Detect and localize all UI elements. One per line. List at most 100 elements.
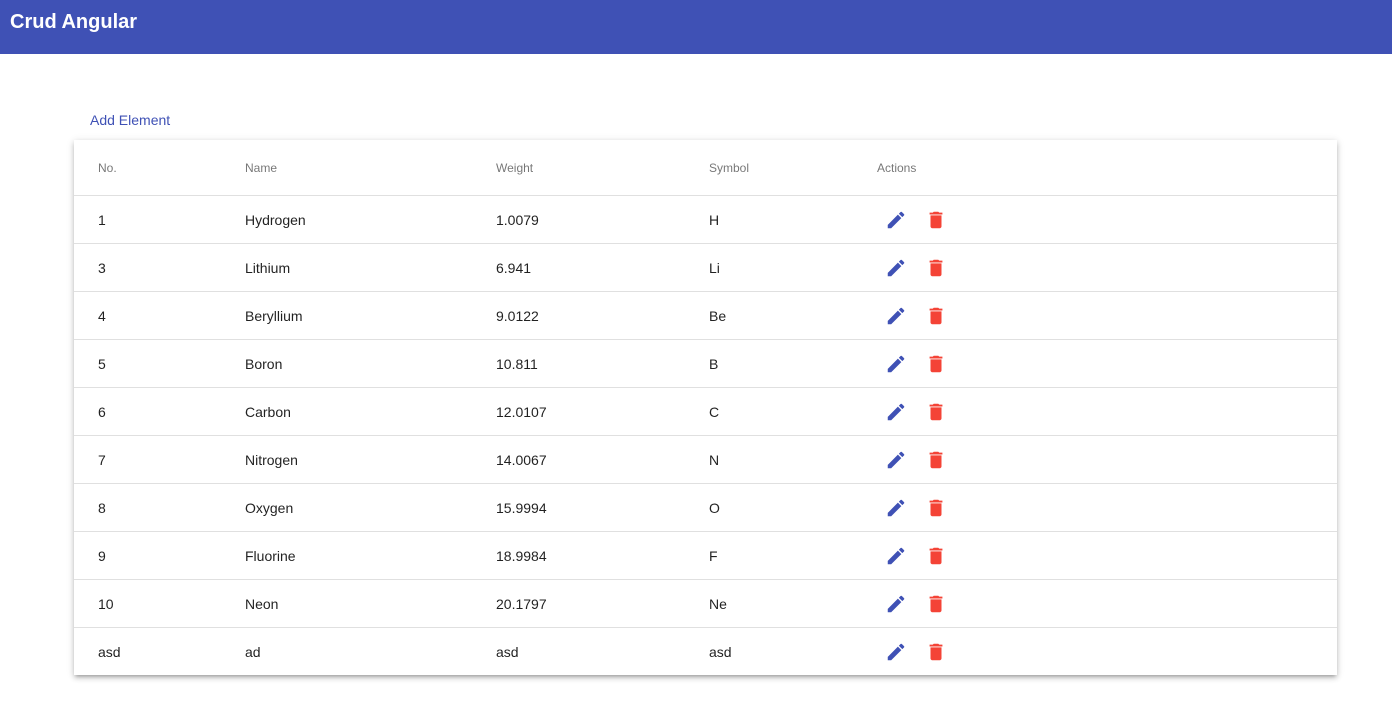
- header-no: No.: [74, 140, 245, 196]
- cell-actions: [877, 243, 1337, 292]
- pencil-icon: [887, 595, 905, 612]
- row-actions: [877, 257, 1337, 279]
- cell-actions: [877, 531, 1337, 580]
- row-actions: [877, 641, 1337, 663]
- table-header-row: No. Name Weight Symbol Actions: [74, 140, 1337, 196]
- cell-weight: 15.9994: [496, 483, 709, 532]
- delete-button[interactable]: [925, 497, 947, 519]
- app-toolbar: Crud Angular: [0, 0, 1392, 54]
- table-row: asd ad asd asd: [74, 628, 1337, 676]
- cell-actions: [877, 579, 1337, 628]
- cell-no: 10: [74, 579, 245, 628]
- edit-button[interactable]: [885, 545, 907, 567]
- elements-table-card: No. Name Weight Symbol Actions 1 Hydroge…: [74, 140, 1337, 675]
- add-element-button[interactable]: Add Element: [90, 112, 170, 128]
- header-actions: Actions: [877, 140, 1337, 196]
- cell-weight: 20.1797: [496, 579, 709, 628]
- row-actions: [877, 593, 1337, 615]
- table-row: 1 Hydrogen 1.0079 H: [74, 195, 1337, 244]
- delete-button[interactable]: [925, 353, 947, 375]
- pencil-icon: [887, 547, 905, 564]
- pencil-icon: [887, 211, 905, 228]
- elements-table: No. Name Weight Symbol Actions 1 Hydroge…: [74, 140, 1337, 675]
- cell-weight: asd: [496, 643, 519, 660]
- cell-symbol: O: [709, 483, 877, 532]
- cell-no: 4: [74, 291, 245, 340]
- cell-weight: 6.941: [496, 243, 709, 292]
- cell-actions: [877, 483, 1337, 532]
- cell-symbol: H: [709, 195, 877, 244]
- cell-symbol: Ne: [709, 579, 877, 628]
- cell-actions: [877, 195, 1337, 244]
- row-actions: [877, 209, 1337, 231]
- header-name: Name: [245, 140, 496, 196]
- edit-button[interactable]: [885, 209, 907, 231]
- header-symbol: Symbol: [709, 140, 877, 196]
- delete-button[interactable]: [925, 641, 947, 663]
- row-actions: [877, 353, 1337, 375]
- row-actions: [877, 449, 1337, 471]
- cell-symbol: N: [709, 435, 877, 484]
- cell-name: Fluorine: [245, 531, 496, 580]
- pencil-icon: [887, 499, 905, 516]
- edit-button[interactable]: [885, 497, 907, 519]
- pencil-icon: [887, 403, 905, 420]
- table-row: 5 Boron 10.811 B: [74, 339, 1337, 388]
- delete-button[interactable]: [925, 305, 947, 327]
- pencil-icon: [887, 451, 905, 468]
- cell-no: 7: [74, 435, 245, 484]
- delete-button[interactable]: [925, 593, 947, 615]
- cell-weight: 12.0107: [496, 387, 709, 436]
- cell-no: 5: [74, 339, 245, 388]
- row-actions: [877, 305, 1337, 327]
- delete-button[interactable]: [925, 545, 947, 567]
- cell-symbol: Li: [709, 243, 877, 292]
- cell-no: asd: [98, 643, 121, 660]
- edit-button[interactable]: [885, 353, 907, 375]
- table-row: 3 Lithium 6.941 Li: [74, 243, 1337, 292]
- trash-icon: [929, 259, 943, 276]
- delete-button[interactable]: [925, 401, 947, 423]
- table-row: 7 Nitrogen 14.0067 N: [74, 435, 1337, 484]
- edit-button[interactable]: [885, 449, 907, 471]
- cell-weight: 18.9984: [496, 531, 709, 580]
- edit-button[interactable]: [885, 257, 907, 279]
- cell-name: Neon: [245, 579, 496, 628]
- row-actions: [877, 401, 1337, 423]
- cell-name: Nitrogen: [245, 435, 496, 484]
- cell-name: ad: [245, 643, 261, 660]
- trash-icon: [929, 355, 943, 372]
- edit-button[interactable]: [885, 593, 907, 615]
- cell-name: Hydrogen: [245, 195, 496, 244]
- cell-actions: [877, 291, 1337, 340]
- app-title: Crud Angular: [10, 10, 138, 33]
- trash-icon: [929, 211, 943, 228]
- cell-name: Oxygen: [245, 483, 496, 532]
- cell-name: Lithium: [245, 243, 496, 292]
- trash-icon: [929, 499, 943, 516]
- delete-button[interactable]: [925, 257, 947, 279]
- edit-button[interactable]: [885, 641, 907, 663]
- cell-actions: [877, 628, 1337, 676]
- edit-button[interactable]: [885, 305, 907, 327]
- trash-icon: [929, 595, 943, 612]
- cell-no: 8: [74, 483, 245, 532]
- trash-icon: [929, 547, 943, 564]
- row-actions: [877, 545, 1337, 567]
- trash-icon: [929, 643, 943, 660]
- pencil-icon: [887, 355, 905, 372]
- delete-button[interactable]: [925, 449, 947, 471]
- header-weight: Weight: [496, 140, 709, 196]
- pencil-icon: [887, 307, 905, 324]
- cell-symbol: asd: [709, 643, 732, 660]
- cell-actions: [877, 435, 1337, 484]
- cell-no: 9: [74, 531, 245, 580]
- delete-button[interactable]: [925, 209, 947, 231]
- cell-no: 6: [74, 387, 245, 436]
- cell-weight: 1.0079: [496, 195, 709, 244]
- pencil-icon: [887, 643, 905, 660]
- cell-name: Carbon: [245, 387, 496, 436]
- edit-button[interactable]: [885, 401, 907, 423]
- trash-icon: [929, 403, 943, 420]
- cell-weight: 14.0067: [496, 435, 709, 484]
